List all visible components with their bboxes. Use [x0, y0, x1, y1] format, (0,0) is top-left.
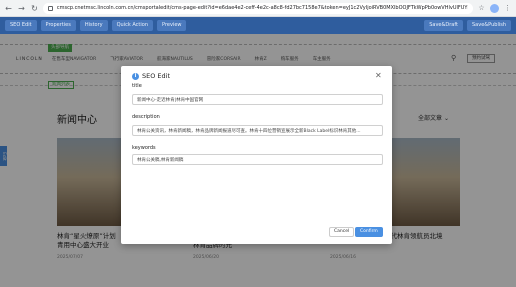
reload-icon[interactable]: ↻	[30, 4, 39, 13]
history-button[interactable]: History	[79, 20, 108, 31]
info-icon: i	[132, 72, 139, 80]
dialog-title: SEO Edit	[142, 72, 171, 80]
keywords-label: keywords	[132, 145, 156, 151]
url-text: cmscp.cnetmsc.lincoln.com.cn/cmsportaled…	[56, 5, 468, 11]
site-info-icon[interactable]	[48, 5, 53, 11]
forward-icon[interactable]: →	[17, 4, 26, 13]
save-draft-button[interactable]: Save&Draft	[424, 20, 463, 31]
bookmark-star-icon[interactable]: ☆	[477, 4, 486, 13]
cms-toolbar: SEO Edit Properties History Quick Action…	[0, 17, 516, 34]
description-label: description	[132, 114, 160, 120]
preview-button[interactable]: Preview	[157, 20, 187, 31]
cancel-button[interactable]: Cancel	[329, 227, 355, 237]
title-label: title	[132, 83, 142, 89]
properties-button[interactable]: Properties	[40, 20, 76, 31]
confirm-button[interactable]: Confirm	[355, 227, 383, 237]
save-publish-button[interactable]: Save&Publish	[467, 20, 511, 31]
seo-edit-dialog: i SEO Edit ✕ title description keywords …	[121, 66, 392, 244]
address-bar[interactable]: cmscp.cnetmsc.lincoln.com.cn/cmsportaled…	[43, 2, 473, 14]
profile-avatar[interactable]	[490, 3, 499, 13]
title-input[interactable]	[132, 94, 383, 105]
dialog-header: i SEO Edit	[132, 72, 170, 80]
close-icon[interactable]: ✕	[375, 71, 382, 80]
keywords-input[interactable]	[132, 154, 383, 165]
quick-action-button[interactable]: Quick Action	[111, 20, 154, 31]
menu-dots-icon[interactable]: ⋮	[503, 4, 512, 13]
back-icon[interactable]: ←	[4, 4, 13, 13]
browser-toolbar: ← → ↻ cmscp.cnetmsc.lincoln.com.cn/cmspo…	[0, 0, 516, 17]
seo-edit-button[interactable]: SEO Edit	[5, 20, 37, 31]
description-input[interactable]	[132, 125, 383, 136]
